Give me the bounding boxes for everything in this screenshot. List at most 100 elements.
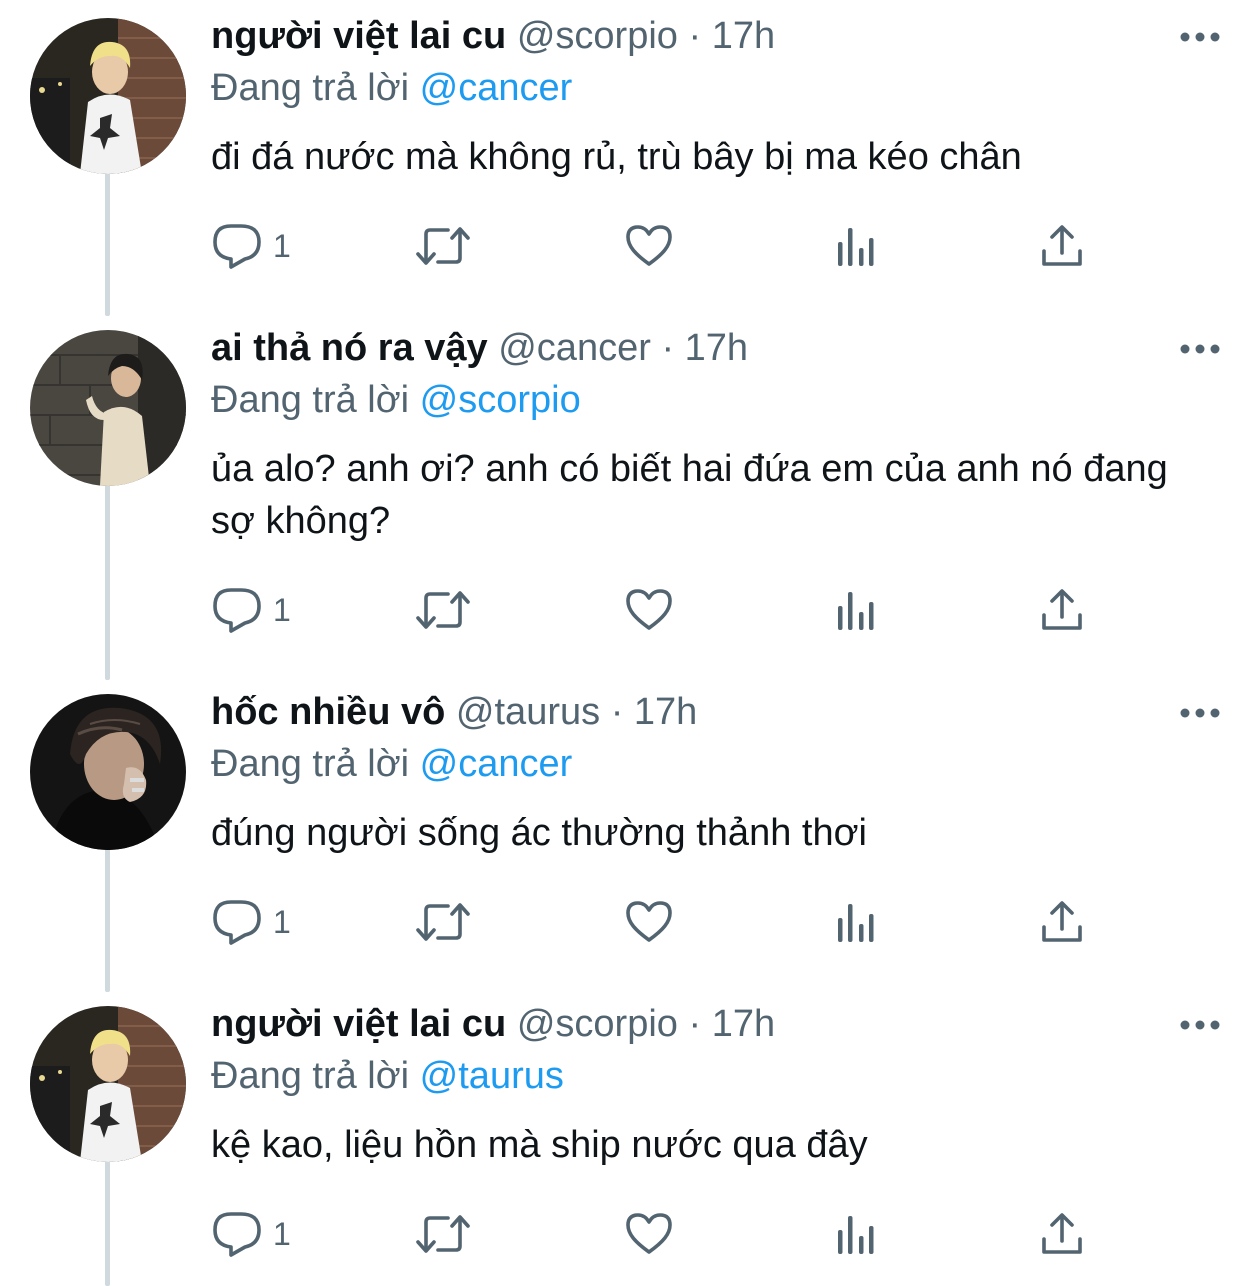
reply-count: 1 [273,591,291,628]
share-button[interactable] [1039,580,1085,640]
heart-icon [626,1213,672,1254]
thread-line [105,844,110,992]
more-button[interactable] [1178,334,1222,364]
display-name[interactable]: ai thả nó ra vậy [211,327,488,369]
retweet-icon [416,1215,470,1253]
views-icon [838,1216,874,1254]
share-button[interactable] [1039,216,1085,276]
views-icon [838,228,874,266]
separator-dot: · [688,1003,702,1045]
like-button[interactable] [625,216,673,276]
avatar[interactable] [30,1006,186,1162]
reply-icon [213,1212,261,1257]
more-icon [1180,1020,1220,1030]
display-name[interactable]: người việt lai cu [211,1003,506,1045]
share-icon [1042,1213,1082,1254]
thread-line [105,1156,110,1286]
user-handle[interactable]: @scorpio [517,15,678,57]
separator-dot: · [610,691,624,733]
separator-dot: · [688,15,702,57]
retweet-button[interactable] [414,216,472,276]
thread-line [105,168,110,316]
avatar[interactable] [30,694,186,850]
avatar-photo [30,330,186,486]
more-button[interactable] [1178,698,1222,728]
views-button[interactable] [835,892,877,952]
share-icon [1042,589,1082,630]
timestamp[interactable]: 17h [712,1003,775,1045]
retweet-button[interactable] [414,892,472,952]
share-button[interactable] [1039,892,1085,952]
timestamp[interactable]: 17h [634,691,697,733]
more-icon [1180,32,1220,42]
separator-dot: · [661,327,675,369]
retweet-button[interactable] [414,1204,472,1264]
replying-to: Đang trả lời @cancer [211,62,1211,114]
heart-icon [626,901,672,942]
avatar-photo [30,694,186,850]
share-button[interactable] [1039,1204,1085,1264]
reply-count: 1 [273,227,291,264]
reply-icon [213,900,261,945]
replying-to: Đang trả lời @taurus [211,1050,1211,1102]
more-button[interactable] [1178,1010,1222,1040]
mention-link[interactable]: @cancer [420,743,573,785]
retweet-icon [416,591,470,629]
more-icon [1180,344,1220,354]
mention-link[interactable]: @scorpio [420,379,581,421]
reply-count: 1 [273,1215,291,1252]
more-button[interactable] [1178,22,1222,52]
heart-icon [626,589,672,630]
replying-to-label: Đang trả lời [211,743,410,785]
replying-to-label: Đang trả lời [211,379,410,421]
retweet-icon [416,903,470,941]
thread-line [105,480,110,680]
like-button[interactable] [625,1204,673,1264]
reply-button[interactable]: 1 [211,892,291,952]
tweet-text: ủa alo? anh ơi? anh có biết hai đứa em c… [211,448,1168,542]
retweet-button[interactable] [414,580,472,640]
tweet-header: người việt lai cu @scorpio · 17h [211,998,1211,1050]
views-icon [838,904,874,942]
tweet-header: hốc nhiều vô @taurus · 17h [211,686,1211,738]
like-button[interactable] [625,580,673,640]
views-icon [838,592,874,630]
display-name[interactable]: người việt lai cu [211,15,506,57]
action-bar: 1 [211,580,1111,640]
tweet-text: đúng người sống ác thường thảnh thơi [211,812,867,854]
like-button[interactable] [625,892,673,952]
tweet-content: ai thả nó ra vậy @cancer · 17h Đang trả … [211,322,1211,547]
replying-to-label: Đang trả lời [211,1055,410,1097]
views-button[interactable] [835,216,877,276]
reply-button[interactable]: 1 [211,1204,291,1264]
user-handle[interactable]: @taurus [456,691,600,733]
share-icon [1042,225,1082,266]
replying-to-label: Đang trả lời [211,67,410,109]
share-icon [1042,901,1082,942]
reply-count: 1 [273,903,291,940]
mention-link[interactable]: @taurus [420,1055,564,1097]
timestamp[interactable]: 17h [712,15,775,57]
reply-icon [213,588,261,633]
avatar[interactable] [30,330,186,486]
avatar-photo [30,1006,186,1162]
heart-icon [626,225,672,266]
user-handle[interactable]: @cancer [498,327,651,369]
display-name[interactable]: hốc nhiều vô [211,691,445,733]
action-bar: 1 [211,1204,1111,1264]
action-bar: 1 [211,892,1111,952]
more-icon [1180,708,1220,718]
user-handle[interactable]: @scorpio [517,1003,678,1045]
reply-button[interactable]: 1 [211,580,291,640]
avatar[interactable] [30,18,186,174]
reply-icon [213,224,261,269]
action-bar: 1 [211,216,1111,276]
tweet-header: ai thả nó ra vậy @cancer · 17h [211,322,1211,374]
views-button[interactable] [835,1204,877,1264]
timestamp[interactable]: 17h [685,327,748,369]
tweet-content: người việt lai cu @scorpio · 17h Đang tr… [211,10,1211,183]
tweet-content: người việt lai cu @scorpio · 17h Đang tr… [211,998,1211,1171]
views-button[interactable] [835,580,877,640]
mention-link[interactable]: @cancer [420,67,573,109]
reply-button[interactable]: 1 [211,216,291,276]
